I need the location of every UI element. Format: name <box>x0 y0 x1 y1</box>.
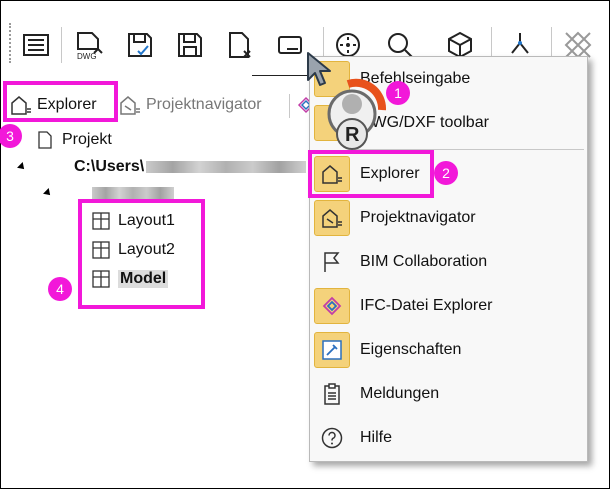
save-icon[interactable] <box>173 27 207 63</box>
help-icon <box>314 420 350 456</box>
tree-item-projekt[interactable]: Projekt <box>36 127 112 153</box>
menu-item-label: BIM Collaboration <box>360 253 488 270</box>
redacted-folder-name <box>92 187 174 199</box>
menu-item-label: Hilfe <box>360 429 393 446</box>
toolbar-underline <box>252 75 312 76</box>
expand-triangle-icon[interactable] <box>43 188 53 198</box>
expand-triangle-icon[interactable] <box>17 162 27 172</box>
tab-divider <box>289 94 290 118</box>
flag-icon <box>314 244 350 280</box>
menu-item-hilfe[interactable]: Hilfe <box>310 416 587 460</box>
tree-root-label: Projekt <box>62 131 112 148</box>
redacted-username <box>146 161 307 173</box>
toolbar-separator <box>61 27 62 63</box>
list-icon[interactable] <box>19 27 53 63</box>
dwg-icon[interactable]: DWG <box>73 27 107 63</box>
app-logo-icon: R <box>327 78 387 150</box>
menu-item-label: Projektnavigator <box>360 209 476 226</box>
menu-item-label: Eigenschaften <box>360 341 462 358</box>
highlight-explorer-menu-item <box>308 150 434 198</box>
menu-item-bim-collaboration[interactable]: BIM Collaboration <box>310 240 587 284</box>
properties-icon <box>314 332 350 368</box>
document-icon <box>38 131 52 149</box>
project-navigator-icon <box>314 200 350 236</box>
tab-projektnavigator[interactable]: Projektnavigator <box>118 90 262 120</box>
ifc-icon <box>314 288 350 324</box>
tree-path-label: C:\Users\ <box>74 158 145 175</box>
svg-text:R: R <box>345 124 360 146</box>
menu-item-label: Meldungen <box>360 385 440 402</box>
step-badge-2: 2 <box>434 161 458 185</box>
menu-item-projektnavigator[interactable]: Projektnavigator <box>310 196 587 240</box>
toolbar-grip[interactable] <box>9 23 13 63</box>
tab-projektnavigator-label: Projektnavigator <box>146 96 262 113</box>
step-badge-1: 1 <box>386 81 410 105</box>
tree-item-path[interactable]: C:\Users\ <box>17 154 307 180</box>
save-as-icon[interactable] <box>123 27 157 63</box>
menu-item-meldungen[interactable]: Meldungen <box>310 372 587 416</box>
highlight-explorer-tab <box>3 81 118 122</box>
highlight-layout-items <box>78 199 205 309</box>
project-navigator-icon <box>120 96 140 115</box>
menu-item-eigenschaften[interactable]: Eigenschaften <box>310 328 587 372</box>
clipboard-icon <box>314 376 350 412</box>
mouse-cursor-icon <box>307 52 331 86</box>
menu-item-label: IFC-Datei Explorer <box>360 297 493 314</box>
menu-item-ifc-explorer[interactable]: IFC-Datei Explorer <box>310 284 587 328</box>
step-badge-4: 4 <box>48 277 72 301</box>
close-file-icon[interactable] <box>223 27 257 63</box>
panel-icon[interactable] <box>273 27 307 63</box>
dwg-label: DWG <box>77 52 97 61</box>
